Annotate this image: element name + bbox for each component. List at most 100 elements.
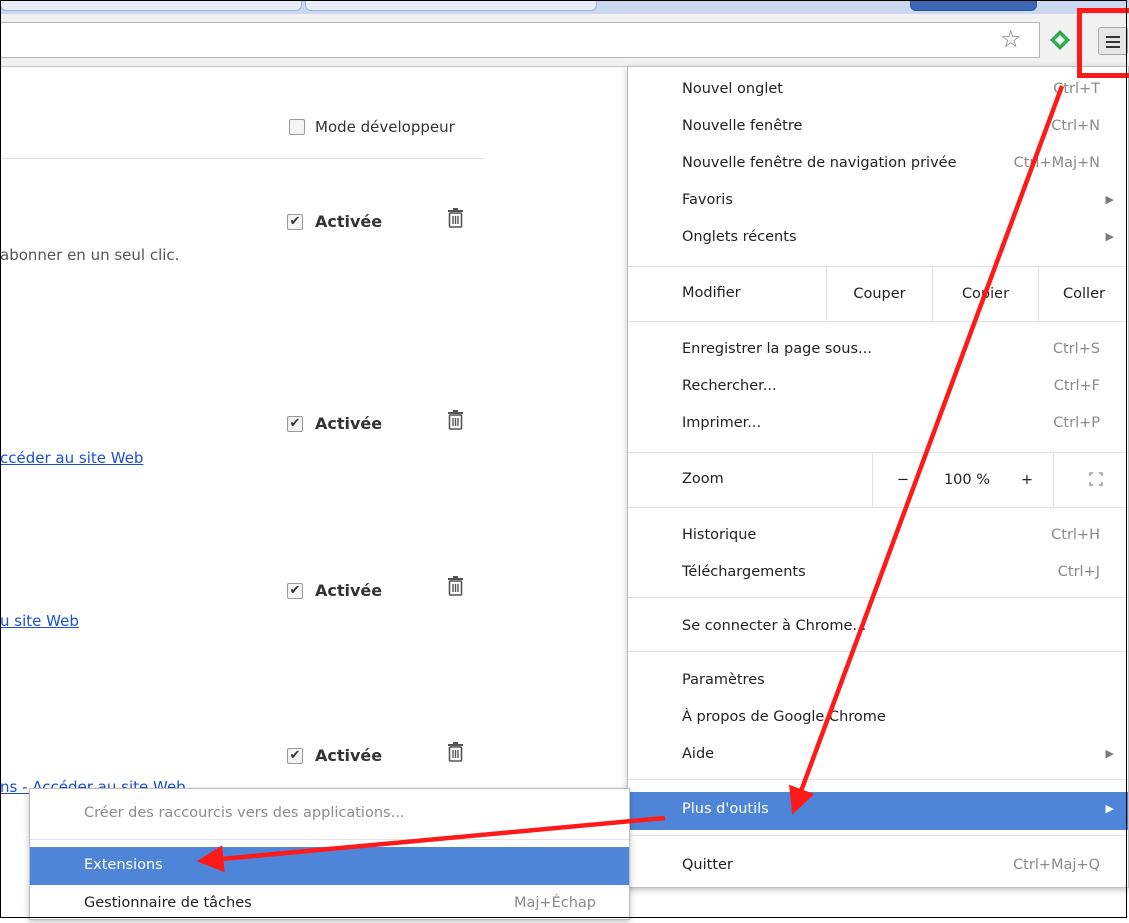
- chrome-main-menu: Nouvel onglet Ctrl+T Nouvelle fenêtre Ct…: [627, 66, 1129, 888]
- menu-item-shortcut: Ctrl+P: [1053, 415, 1100, 431]
- paste-button[interactable]: Coller: [1038, 267, 1129, 321]
- enabled-label: Activée: [315, 212, 383, 231]
- menu-item-label: Onglets récents: [682, 229, 797, 245]
- menu-item-label: Se connecter à Chrome...: [682, 618, 867, 634]
- menu-item-shortcut: Ctrl+N: [1051, 118, 1100, 134]
- menu-item-label: Favoris: [682, 192, 733, 208]
- menu-item-downloads[interactable]: Téléchargements Ctrl+J: [628, 555, 1128, 592]
- extension-enabled-toggle[interactable]: ✔ Activée: [287, 212, 382, 231]
- menu-item-label: Aide: [682, 746, 715, 762]
- trash-icon[interactable]: [447, 742, 464, 762]
- extension-enabled-toggle[interactable]: ✔ Activée: [287, 746, 382, 765]
- menu-item-new-tab[interactable]: Nouvel onglet Ctrl+T: [628, 72, 1128, 109]
- menu-item-label: Historique: [682, 527, 757, 543]
- menu-item-label: Quitter: [682, 857, 733, 873]
- menu-separator: [628, 597, 1128, 598]
- menu-item-help[interactable]: Aide ▶: [628, 737, 1128, 774]
- menu-item-shortcut: Ctrl+J: [1057, 564, 1100, 580]
- menu-item-label: Gestionnaire de tâches: [84, 895, 252, 911]
- menu-item-task-manager[interactable]: Gestionnaire de tâches Maj+Échap: [30, 885, 629, 923]
- menu-item-about[interactable]: À propos de Google Chrome: [628, 700, 1128, 737]
- checkbox-icon[interactable]: ✔: [287, 747, 303, 764]
- chevron-right-icon: ▶: [1105, 802, 1114, 815]
- zoom-out-button[interactable]: −: [872, 453, 933, 507]
- developer-mode-toggle[interactable]: Mode développeur: [289, 118, 455, 136]
- extension-icon[interactable]: [1049, 29, 1071, 51]
- menu-item-shortcut: Ctrl+Maj+Q: [1013, 857, 1100, 873]
- menu-item-label: Créer des raccourcis vers des applicatio…: [84, 805, 405, 821]
- menu-item-label: Paramètres: [682, 672, 765, 688]
- menu-item-new-incognito[interactable]: Nouvelle fenêtre de navigation privée Ct…: [628, 146, 1128, 183]
- menu-item-more-tools[interactable]: Plus d'outils ▶: [628, 792, 1128, 830]
- cut-button[interactable]: Couper: [826, 267, 932, 321]
- menu-separator: [628, 651, 1128, 652]
- menu-item-label: Plus d'outils: [682, 801, 769, 817]
- menu-item-shortcut: Ctrl+F: [1053, 378, 1100, 394]
- checkbox-icon[interactable]: ✔: [287, 582, 303, 599]
- copy-button[interactable]: Copier: [932, 267, 1038, 321]
- menu-item-label: Imprimer...: [682, 415, 762, 431]
- enabled-label: Activée: [315, 414, 383, 433]
- menu-item-label: Rechercher...: [682, 378, 777, 394]
- annotation-highlight: [1077, 8, 1129, 78]
- tab[interactable]: [305, 0, 597, 11]
- menu-item-create-shortcuts[interactable]: Créer des raccourcis vers des applicatio…: [30, 795, 629, 833]
- address-bar[interactable]: [0, 22, 1040, 58]
- menu-item-recent-tabs[interactable]: Onglets récents ▶: [628, 220, 1128, 257]
- tab[interactable]: [0, 0, 302, 11]
- menu-item-print[interactable]: Imprimer... Ctrl+P: [628, 406, 1128, 443]
- zoom-in-button[interactable]: +: [1002, 453, 1052, 507]
- trash-icon[interactable]: [447, 410, 464, 430]
- menu-item-label: Nouvelle fenêtre: [682, 118, 803, 134]
- menu-item-shortcut: Ctrl+S: [1052, 341, 1100, 357]
- menu-separator: [628, 835, 1128, 836]
- extension-enabled-toggle[interactable]: ✔ Activée: [287, 581, 382, 600]
- menu-item-quit[interactable]: Quitter Ctrl+Maj+Q: [628, 848, 1128, 885]
- edit-row: Modifier Couper Copier Coller: [628, 266, 1128, 322]
- menu-item-find[interactable]: Rechercher... Ctrl+F: [628, 369, 1128, 406]
- menu-item-label: Extensions: [84, 857, 163, 873]
- edit-label: Modifier: [682, 285, 741, 301]
- menu-separator: [30, 839, 629, 840]
- menu-item-new-window[interactable]: Nouvelle fenêtre Ctrl+N: [628, 109, 1128, 146]
- extension-description: abonner en un seul clic.: [0, 246, 180, 264]
- menu-item-settings[interactable]: Paramètres: [628, 663, 1128, 700]
- more-tools-submenu: Créer des raccourcis vers des applicatio…: [29, 788, 630, 920]
- menu-item-label: Nouvelle fenêtre de navigation privée: [682, 155, 957, 171]
- chevron-right-icon: ▶: [1105, 193, 1114, 206]
- menu-item-shortcut: Maj+Échap: [514, 895, 596, 911]
- chevron-right-icon: ▶: [1105, 230, 1114, 243]
- menu-item-shortcut: Ctrl+Maj+N: [1013, 155, 1100, 171]
- checkbox-icon[interactable]: ✔: [287, 415, 303, 432]
- tab[interactable]: [910, 0, 1037, 11]
- zoom-row: Zoom − 100 % +: [628, 452, 1128, 508]
- website-link[interactable]: ccéder au site Web: [0, 449, 143, 467]
- tab-strip: [0, 0, 1129, 14]
- checkbox-icon[interactable]: ✔: [287, 213, 303, 230]
- divider: [0, 158, 484, 159]
- website-link[interactable]: u site Web: [0, 612, 79, 630]
- menu-item-label: Téléchargements: [682, 564, 806, 580]
- menu-item-label: Enregistrer la page sous...: [682, 341, 872, 357]
- menu-item-save-page[interactable]: Enregistrer la page sous... Ctrl+S: [628, 332, 1128, 369]
- zoom-level: 100 %: [943, 472, 991, 488]
- fullscreen-button[interactable]: [1053, 453, 1129, 507]
- zoom-label: Zoom: [682, 471, 724, 487]
- chevron-right-icon: ▶: [1105, 747, 1114, 760]
- browser-toolbar: [0, 14, 1129, 67]
- menu-item-bookmarks[interactable]: Favoris ▶: [628, 183, 1128, 220]
- extension-enabled-toggle[interactable]: ✔ Activée: [287, 414, 382, 433]
- trash-icon[interactable]: [447, 576, 464, 596]
- trash-icon[interactable]: [447, 208, 464, 228]
- menu-item-label: Nouvel onglet: [682, 81, 783, 97]
- enabled-label: Activée: [315, 746, 383, 765]
- enabled-label: Activée: [315, 581, 383, 600]
- star-icon[interactable]: ☆: [1000, 27, 1022, 51]
- fullscreen-icon: [1089, 472, 1103, 486]
- checkbox-icon[interactable]: [289, 119, 305, 135]
- menu-item-sign-in[interactable]: Se connecter à Chrome...: [628, 609, 1128, 646]
- menu-separator: [628, 779, 1128, 780]
- menu-item-shortcut: Ctrl+H: [1051, 527, 1100, 543]
- menu-item-history[interactable]: Historique Ctrl+H: [628, 518, 1128, 555]
- menu-item-extensions[interactable]: Extensions: [30, 847, 629, 885]
